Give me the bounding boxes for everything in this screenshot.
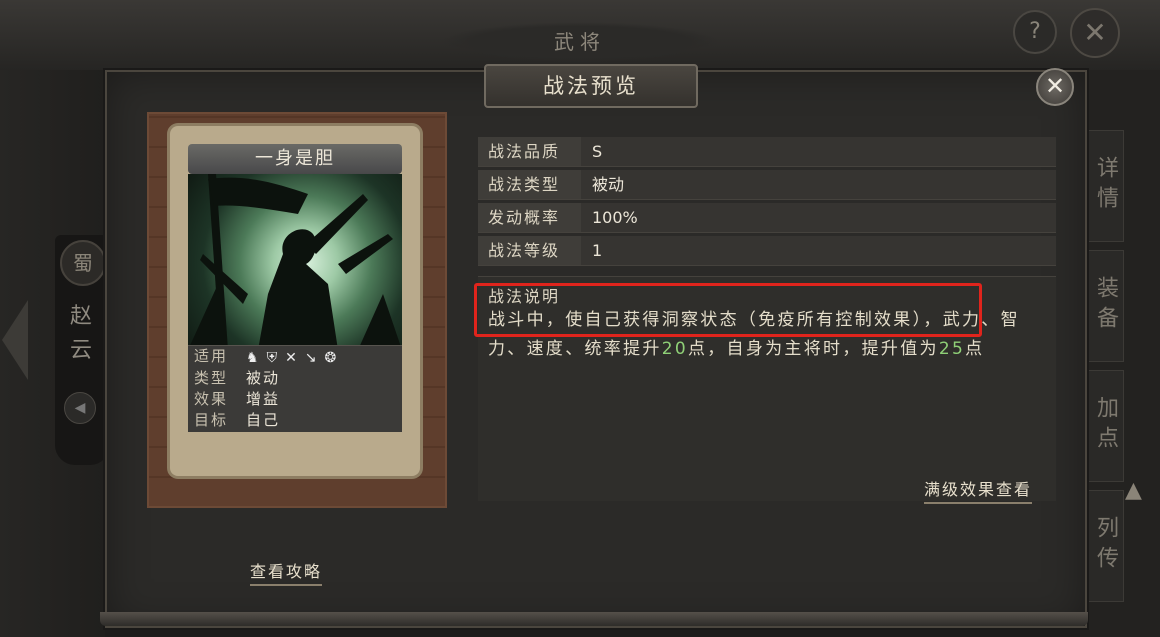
stat-key: 适用 xyxy=(194,347,229,365)
description-part-2: 点，自身为主将时，提升值为 xyxy=(687,339,939,359)
bow-icon: ✕ xyxy=(285,350,305,366)
stat-value: 增益 xyxy=(246,390,281,408)
dialog-close-button[interactable]: ✕ xyxy=(1036,68,1074,106)
spear-icon: ↘ xyxy=(304,350,325,366)
highlight-annotation-box xyxy=(474,283,982,337)
info-value: 1 xyxy=(592,241,603,260)
siege-icon: ❂ xyxy=(324,350,345,366)
stat-key: 效果 xyxy=(194,390,229,408)
info-key: 发动概率 xyxy=(478,203,581,232)
dialog-title: 战法预览 xyxy=(484,64,698,108)
skill-card-artwork xyxy=(188,174,402,350)
stat-key: 类型 xyxy=(194,369,229,387)
info-row-probability: 发动概率 100% xyxy=(478,203,1056,233)
background-window-title: 武将 xyxy=(440,22,720,62)
voice-icon[interactable]: ◀ xyxy=(64,392,96,424)
full-level-effect-link[interactable]: 满级效果查看 xyxy=(924,476,1033,504)
info-value: 100% xyxy=(592,208,638,227)
cavalry-icon: ♞ xyxy=(246,350,267,366)
description-part-3: 点 xyxy=(965,339,985,359)
skill-card-stats: 适用 ♞⛨✕↘❂ 类型 被动 效果 增益 目标 自己 xyxy=(188,345,402,432)
description-value-1: 20 xyxy=(661,339,688,359)
info-key: 战法类型 xyxy=(478,170,581,199)
background-close-button[interactable]: ✕ xyxy=(1070,8,1120,58)
troop-type-icons: ♞⛨✕↘❂ xyxy=(246,348,344,368)
info-key: 战法品质 xyxy=(478,137,581,166)
stat-key: 目标 xyxy=(194,411,229,429)
stat-row-target: 目标 自己 xyxy=(188,410,402,430)
info-key: 战法等级 xyxy=(478,236,581,265)
previous-general-arrow-icon[interactable] xyxy=(2,300,28,380)
stat-value: 被动 xyxy=(246,369,281,387)
shield-icon: ⛨ xyxy=(266,350,286,366)
scroll-icon: ▲ xyxy=(1125,478,1142,503)
description-value-2: 25 xyxy=(938,339,966,359)
stat-value: 自己 xyxy=(246,411,281,429)
stat-row-effect: 效果 增益 xyxy=(188,389,402,409)
general-name: 赵云 xyxy=(69,304,92,363)
warrior-silhouette-icon xyxy=(188,174,402,350)
info-row-level: 战法等级 1 xyxy=(478,236,1056,266)
info-row-quality: 战法品质 S xyxy=(478,137,1056,167)
stat-row-applicable: 适用 ♞⛨✕↘❂ xyxy=(188,346,402,366)
info-value: S xyxy=(592,142,603,161)
stat-row-type: 类型 被动 xyxy=(188,368,402,388)
info-value: 被动 xyxy=(592,175,625,194)
help-button[interactable]: ? xyxy=(1013,10,1057,54)
view-guide-link[interactable]: 查看攻略 xyxy=(250,558,323,586)
faction-badge: 蜀 xyxy=(60,240,106,286)
skill-card-name: 一身是胆 xyxy=(188,144,402,174)
dialog-bottom-rail xyxy=(100,612,1088,626)
info-row-type: 战法类型 被动 xyxy=(478,170,1056,200)
